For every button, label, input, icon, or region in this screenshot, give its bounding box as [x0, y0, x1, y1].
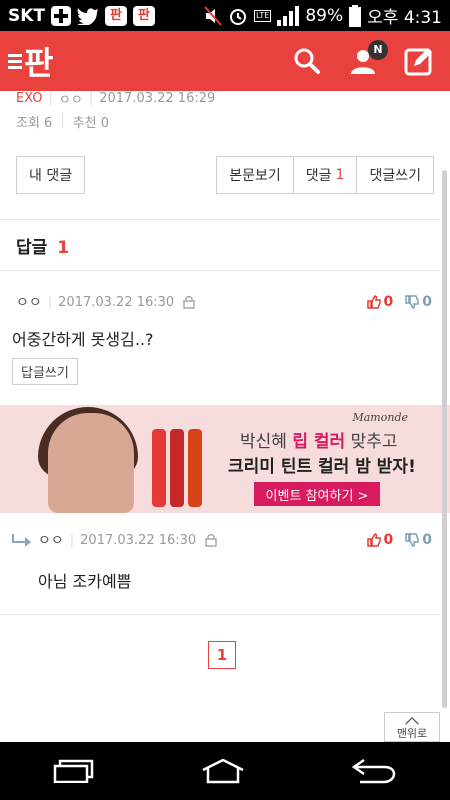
- scrollbar[interactable]: [442, 170, 447, 708]
- write-button[interactable]: [404, 46, 434, 76]
- downvote-button[interactable]: 0: [405, 294, 432, 310]
- upvote-count: 0: [383, 294, 394, 310]
- reply-arrow-icon: [12, 534, 31, 547]
- signal-icon: [277, 5, 300, 26]
- thumbs-down-icon: [405, 533, 419, 547]
- lipstick-image: [170, 429, 184, 507]
- upvote-button[interactable]: 0: [366, 532, 394, 548]
- notification-badge: N: [368, 40, 388, 60]
- lipstick-image: [152, 429, 166, 507]
- comment-item: ㅇㅇ | 2017.03.22 16:30 0 0 어중간하게 못생김..? 답…: [0, 292, 440, 385]
- replies-label: 답글: [16, 238, 48, 258]
- back-icon[interactable]: [350, 758, 398, 784]
- reply-author: ㅇㅇ: [38, 533, 64, 549]
- comment-date: 2017.03.22 16:30: [58, 294, 175, 310]
- thumbs-up-icon: [366, 533, 381, 547]
- ad-cta-button[interactable]: 이벤트 참여하기 >: [254, 482, 380, 506]
- plus-icon: [51, 5, 72, 26]
- upvote-count: 0: [383, 532, 394, 548]
- ad-line1-a: 박신혜: [240, 432, 293, 452]
- reply-item: ㅇㅇ | 2017.03.22 16:30 0 0 아님 조카예쁨: [0, 530, 440, 592]
- edit-icon: [404, 48, 432, 76]
- lipstick-image: [188, 429, 202, 507]
- comment-author: ㅇㅇ: [16, 295, 42, 311]
- comments-button[interactable]: 댓글 1: [293, 156, 358, 194]
- my-comments-button[interactable]: 내 댓글: [16, 156, 86, 194]
- divider: [0, 270, 440, 271]
- downvote-button[interactable]: 0: [405, 532, 432, 548]
- ad-banner[interactable]: Mamonde 박신혜 립 컬러 맞추고 크리미 틴트 컬러 밤 받자! 이벤트…: [0, 405, 450, 513]
- category-tag[interactable]: EXO: [16, 91, 43, 106]
- battery-percent: 89%: [305, 5, 344, 26]
- comments-label: 댓글: [305, 168, 332, 184]
- ad-headline: 박신혜 립 컬러 맞추고: [240, 427, 398, 452]
- twitter-icon: [77, 7, 99, 25]
- post-meta: EXO | ㅇㅇ | 2017.03.22 16:29 조회 6 | 추천 0: [16, 91, 216, 131]
- home-icon[interactable]: [199, 758, 247, 784]
- write-comment-button[interactable]: 댓글쓰기: [357, 156, 434, 194]
- view-post-button[interactable]: 본문보기: [216, 156, 294, 194]
- lock-icon: [205, 534, 217, 547]
- downvote-count: 0: [422, 294, 432, 310]
- downvote-count: 0: [422, 532, 432, 548]
- clock: 오후 4:31: [367, 8, 442, 28]
- post-author: ㅇㅇ: [58, 93, 83, 108]
- battery-icon: [349, 4, 362, 27]
- logo-text: 판: [24, 44, 54, 82]
- divider: [0, 219, 440, 220]
- mute-icon: [204, 5, 222, 26]
- scroll-top-button[interactable]: 맨위로: [384, 712, 440, 742]
- ad-line1-b: 맞추고: [345, 432, 398, 452]
- comment-toolbar: 내 댓글 본문보기 댓글 1 댓글쓰기: [16, 156, 434, 194]
- menu-icon: [8, 51, 22, 72]
- reply-button[interactable]: 답글쓰기: [12, 358, 78, 385]
- replies-count: 1: [57, 238, 70, 258]
- lock-icon: [183, 296, 195, 309]
- view-count: 조회 6: [16, 116, 53, 131]
- replies-heading: 답글 1: [16, 233, 69, 258]
- recommend-count: 추천 0: [72, 116, 110, 131]
- upvote-button[interactable]: 0: [366, 294, 394, 310]
- search-button[interactable]: [292, 46, 322, 76]
- model-image: [48, 413, 134, 513]
- divider: [0, 614, 440, 615]
- carrier-label: SKT: [8, 5, 46, 26]
- profile-button[interactable]: N: [348, 40, 388, 76]
- thumbs-down-icon: [405, 295, 419, 309]
- pann-app-icon: 판: [105, 5, 128, 26]
- page-1-button[interactable]: 1: [208, 641, 236, 669]
- post-date: 2017.03.22 16:29: [99, 91, 216, 106]
- system-nav-bar: [0, 742, 450, 800]
- logo-button[interactable]: 판: [8, 38, 53, 84]
- comment-text: 어중간하게 못생김..?: [12, 330, 154, 349]
- app-header: 판 N: [0, 31, 450, 91]
- scroll-top-label: 맨위로: [396, 727, 428, 740]
- search-icon: [294, 48, 320, 74]
- thumbs-up-icon: [366, 295, 381, 309]
- ad-subline: 크리미 틴트 컬러 밤 받자!: [228, 457, 416, 477]
- recent-apps-icon[interactable]: [52, 759, 96, 783]
- pann-app-icon-2: 판: [133, 5, 156, 26]
- ad-line1-highlight: 립 컬러: [292, 432, 346, 452]
- comments-count: 1: [335, 167, 345, 183]
- status-bar: SKT 판 판 LTE 89% 오후 4:31: [0, 0, 450, 31]
- reply-date: 2017.03.22 16:30: [80, 532, 197, 548]
- chevron-up-icon: [405, 717, 419, 725]
- lte-badge: LTE: [254, 9, 272, 22]
- alarm-icon: [230, 8, 247, 25]
- reply-text: 아님 조카예쁨: [38, 572, 132, 591]
- ad-brand: Mamonde: [352, 411, 408, 424]
